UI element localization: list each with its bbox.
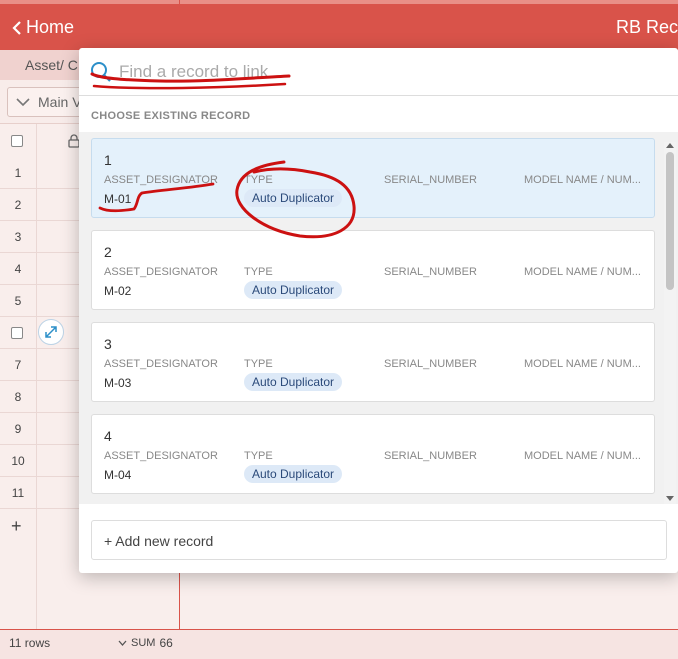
asset-designator-value: M-04	[104, 468, 132, 482]
type-tag: Auto Duplicator	[244, 373, 343, 391]
column-header: MODEL NAME / NUM...	[524, 266, 641, 278]
record-card[interactable]: 1 ASSET_DESIGNATOR TYPE SERIAL_NUMBER MODEL …	[91, 138, 655, 218]
header-top-line	[0, 0, 678, 4]
record-title: 4	[104, 428, 112, 444]
scroll-down-icon[interactable]	[666, 496, 674, 502]
record-title: 1	[104, 152, 112, 168]
scroll-up-icon[interactable]	[666, 142, 674, 148]
chevron-down-icon	[118, 640, 127, 646]
record-list-scrollbar[interactable]	[664, 142, 676, 504]
row-checkbox[interactable]	[11, 327, 23, 339]
column-header: TYPE	[244, 358, 273, 370]
type-tag: Auto Duplicator	[244, 465, 343, 483]
column-header: SERIAL_NUMBER	[384, 266, 477, 278]
column-header: MODEL NAME / NUM...	[524, 358, 641, 370]
chevron-left-icon	[12, 20, 21, 35]
add-new-record-button[interactable]: + Add new record	[91, 520, 667, 560]
row-number: 4	[14, 262, 22, 276]
column-header: SERIAL_NUMBER	[384, 358, 477, 370]
row-count: 11 rows	[9, 636, 51, 650]
record-card[interactable]: 2 ASSET_DESIGNATOR TYPE SERIAL_NUMBER MODEL …	[91, 230, 655, 310]
record-card[interactable]: 3 ASSET_DESIGNATOR TYPE SERIAL_NUMBER MODEL …	[91, 322, 655, 402]
row-number: 1	[14, 166, 22, 180]
asset-designator-value: M-03	[104, 376, 132, 390]
column-header: ASSET_DESIGNATOR	[104, 450, 218, 462]
expand-icon	[45, 326, 57, 338]
sum-value: 66	[159, 636, 173, 650]
section-label: CHOOSE EXISTING RECORD	[91, 110, 251, 122]
search-row	[79, 48, 678, 96]
row-number: 11	[11, 486, 25, 500]
expand-row-button[interactable]	[38, 319, 64, 345]
column-header: TYPE	[244, 174, 273, 186]
sum-summary[interactable]: SUM 66	[118, 636, 173, 650]
search-icon	[91, 62, 111, 82]
asset-designator-value: M-02	[104, 284, 132, 298]
sum-label: SUM	[131, 637, 156, 649]
row-number: 8	[14, 390, 22, 404]
record-card[interactable]: 4 ASSET_DESIGNATOR TYPE SERIAL_NUMBER MODEL …	[91, 414, 655, 494]
type-tag: Auto Duplicator	[244, 189, 343, 207]
type-tag: Auto Duplicator	[244, 281, 343, 299]
home-label: Home	[26, 17, 75, 37]
column-header: ASSET_DESIGNATOR	[104, 358, 218, 370]
scroll-thumb[interactable]	[666, 152, 674, 290]
row-number: 2	[14, 198, 22, 212]
row-number: 9	[14, 422, 22, 436]
record-list: 1 ASSET_DESIGNATOR TYPE SERIAL_NUMBER MODEL …	[79, 132, 678, 504]
row-number: 5	[14, 294, 22, 308]
search-input[interactable]	[117, 58, 657, 86]
row-number: 3	[14, 230, 22, 244]
record-title: 3	[104, 336, 112, 352]
column-header: ASSET_DESIGNATOR	[104, 174, 218, 186]
page-title: RB Rec	[615, 17, 678, 37]
column-header: MODEL NAME / NUM...	[524, 450, 641, 462]
column-header: ASSET_DESIGNATOR	[104, 266, 218, 278]
asset-designator-value: M-01	[104, 192, 132, 206]
grid-footer: 11 rows SUM 66	[0, 629, 678, 659]
column-header: TYPE	[244, 266, 273, 278]
column-header: MODEL NAME / NUM...	[524, 174, 641, 186]
column-header: SERIAL_NUMBER	[384, 450, 477, 462]
column-header: SERIAL_NUMBER	[384, 174, 477, 186]
record-title: 2	[104, 244, 112, 260]
select-all-checkbox[interactable]	[11, 135, 23, 147]
row-number: 7	[14, 358, 22, 372]
column-header: TYPE	[244, 450, 273, 462]
add-row-button[interactable]: +	[11, 516, 22, 537]
tab-asset[interactable]: Asset/ C	[25, 57, 78, 73]
home-link[interactable]: Home	[12, 17, 74, 38]
row-number: 10	[11, 454, 25, 468]
link-record-dialog: CHOOSE EXISTING RECORD 1 ASSET_DESIGNATOR…	[79, 48, 678, 573]
chevron-down-icon	[16, 98, 30, 107]
app-header: Home RB Rec	[0, 0, 678, 50]
